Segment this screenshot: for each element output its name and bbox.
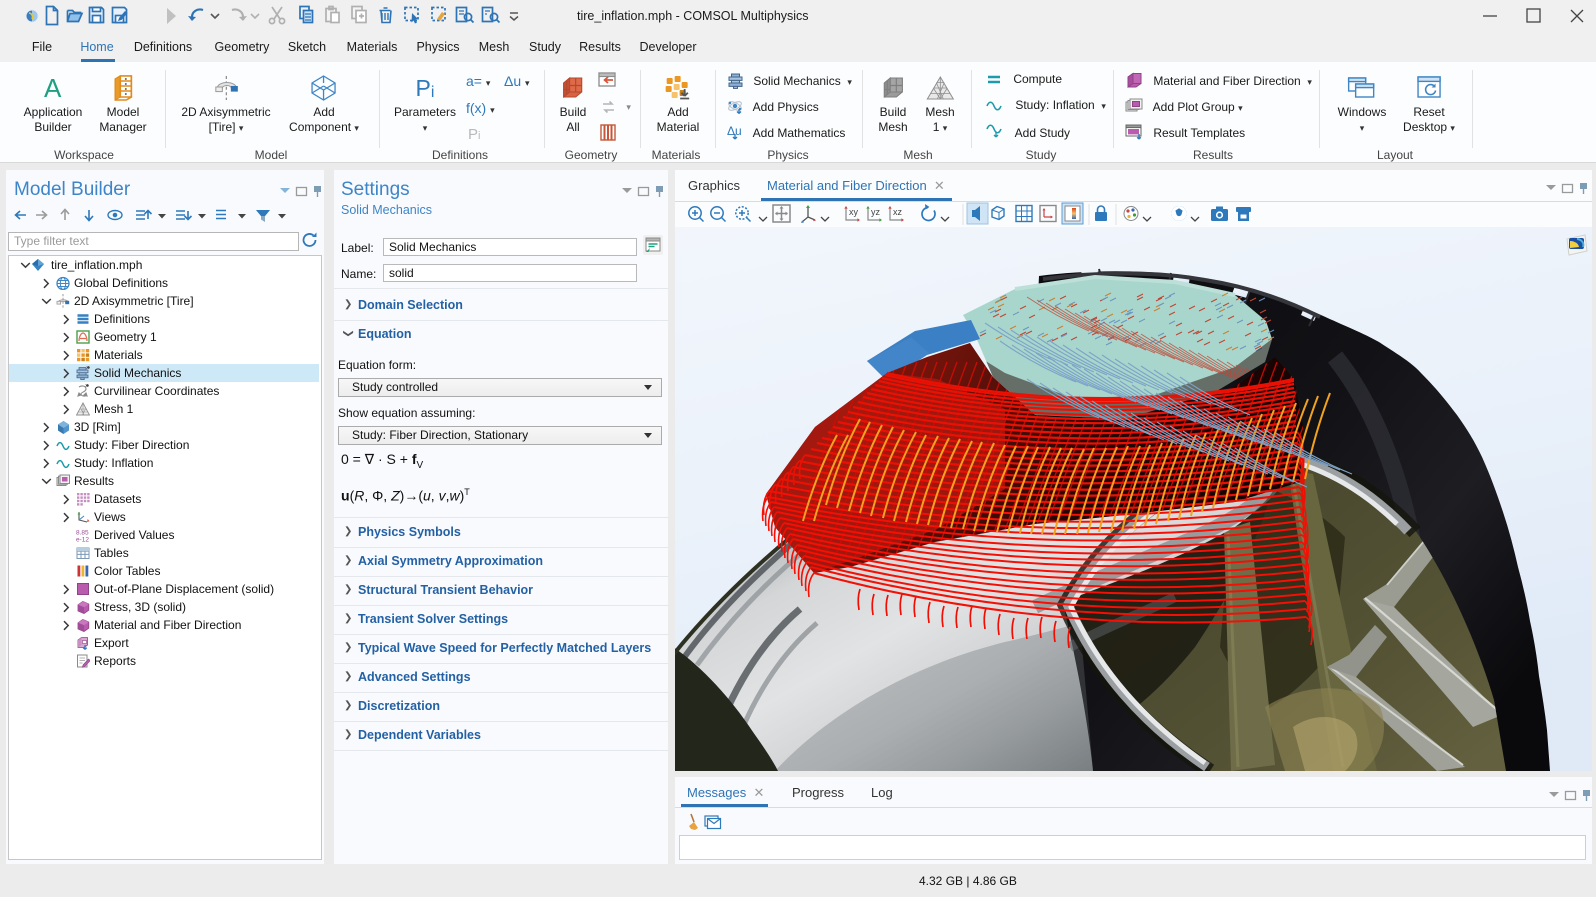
svg-text:xy: xy [849,207,859,217]
svg-text:tire_inflation.mph - COMSOL Mu: tire_inflation.mph - COMSOL Multiphysics [577,9,809,23]
svg-text:A: A [44,75,62,101]
svg-text:Pi: Pi [416,75,435,101]
svg-text:yz: yz [871,207,881,217]
svg-text:xz: xz [893,207,903,217]
